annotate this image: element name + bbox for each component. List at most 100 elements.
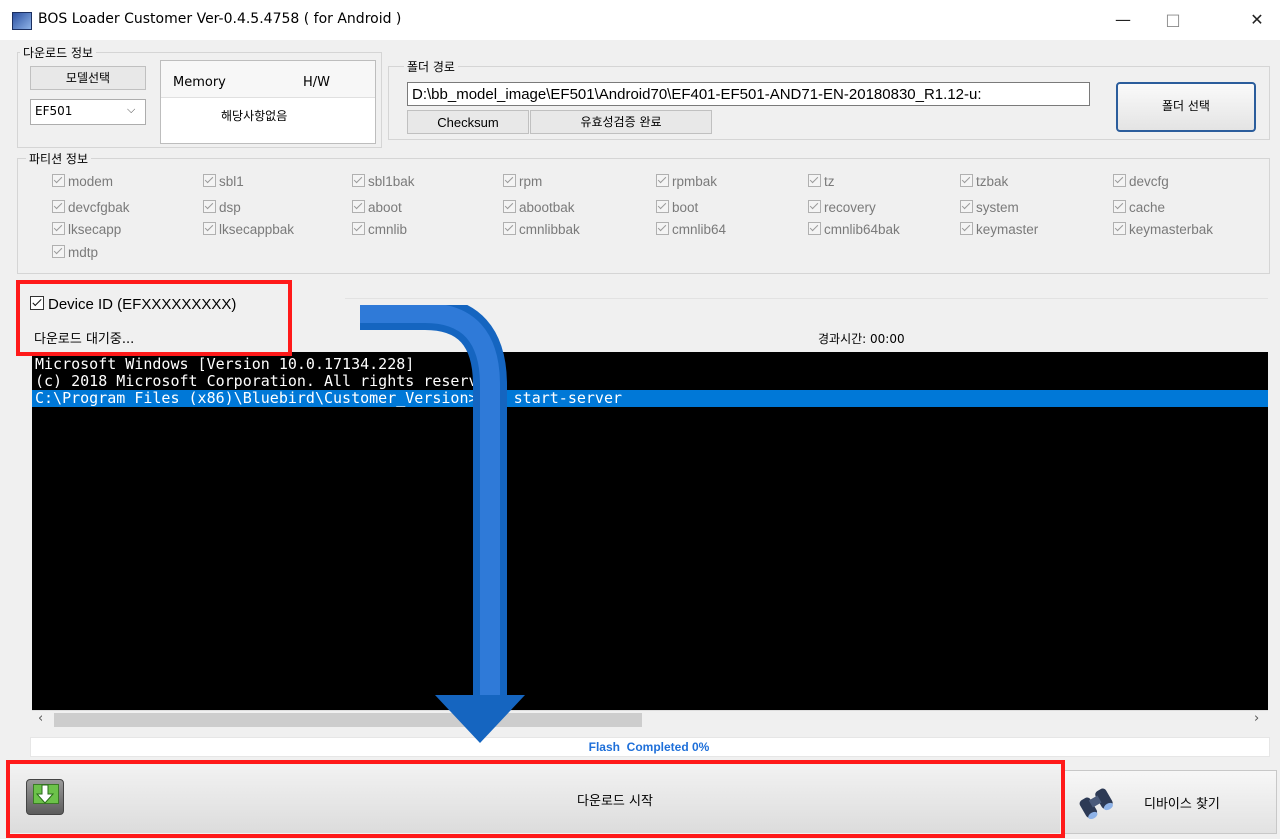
console-line[interactable]: Microsoft Windows [Version 10.0.17134.22…	[32, 356, 1268, 373]
checkbox-checked-icon	[808, 200, 821, 213]
partition-label: cmnlib64	[672, 222, 727, 237]
download-info-label: 다운로드 정보	[20, 44, 97, 61]
checkbox-checked-icon	[203, 222, 216, 235]
flow-arrow	[360, 305, 525, 743]
scroll-left-icon[interactable]: ‹	[38, 711, 43, 726]
checkbox-checked-icon	[808, 222, 821, 235]
partition-label: abootbak	[519, 200, 575, 215]
checkbox-checked-icon	[960, 200, 973, 213]
partition-checkbox-boot[interactable]: boot	[656, 200, 698, 215]
partition-label: devcfg	[1129, 174, 1169, 189]
partition-checkbox-devcfgbak[interactable]: devcfgbak	[52, 200, 130, 215]
partition-checkbox-keymaster[interactable]: keymaster	[960, 222, 1038, 237]
checkbox-checked-icon	[52, 245, 65, 258]
partition-checkbox-abootbak[interactable]: abootbak	[503, 200, 575, 215]
console-line[interactable]: C:\Program Files (x86)\Bluebird\Customer…	[32, 390, 1268, 407]
scroll-right-icon[interactable]: ›	[1254, 711, 1259, 726]
partition-label: mdtp	[68, 245, 99, 260]
checkbox-checked-icon	[203, 174, 216, 187]
not-applicable-text: 해당사항없음	[221, 109, 288, 123]
partition-checkbox-lksecappbak[interactable]: lksecappbak	[203, 222, 294, 237]
partition-checkbox-cmnlib64[interactable]: cmnlib64	[656, 222, 726, 237]
partition-label: devcfgbak	[68, 200, 130, 215]
checksum-label: Checksum	[407, 110, 529, 134]
folder-path-field[interactable]: D:\bb_model_image\EF501\Android70\EF401-…	[407, 82, 1090, 106]
checkbox-checked-icon	[352, 222, 365, 235]
checkbox-checked-icon	[1113, 222, 1126, 235]
checkbox-checked-icon	[203, 200, 216, 213]
find-device-button[interactable]: 디바이스 찾기	[1063, 770, 1277, 834]
partition-label: sbl1bak	[368, 174, 415, 189]
partition-checkbox-tz[interactable]: tz	[808, 174, 835, 189]
partition-label: keymaster	[976, 222, 1039, 237]
checkbox-checked-icon	[960, 174, 973, 187]
partition-label: boot	[672, 200, 699, 215]
checkbox-checked-icon	[656, 174, 669, 187]
checkbox-checked-icon	[808, 174, 821, 187]
app-icon	[12, 12, 32, 30]
hw-label: H/W	[303, 75, 331, 90]
partition-checkbox-modem[interactable]: modem	[52, 174, 113, 189]
partition-label: sbl1	[219, 174, 244, 189]
console-line[interactable]: (c) 2018 Microsoft Corporation. All righ…	[32, 373, 1268, 390]
checkbox-checked-icon	[960, 222, 973, 235]
partition-label: cmnlib64bak	[824, 222, 900, 237]
partition-label: tz	[824, 174, 835, 189]
partition-label: cmnlibbak	[519, 222, 580, 237]
partition-label: lksecappbak	[219, 222, 295, 237]
partition-checkbox-cmnlibbak[interactable]: cmnlibbak	[503, 222, 580, 237]
partition-checkbox-recovery[interactable]: recovery	[808, 200, 876, 215]
console-output[interactable]: Microsoft Windows [Version 10.0.17134.22…	[32, 352, 1268, 710]
highlight-box-device-id	[16, 280, 292, 356]
horizontal-scrollbar[interactable]: ‹ ›	[32, 710, 1268, 729]
partition-label: recovery	[824, 200, 876, 215]
close-button[interactable]: ✕	[1234, 6, 1280, 34]
progress-text: Flash Completed 0%	[588, 740, 710, 754]
memory-label: Memory	[173, 75, 226, 90]
checkbox-checked-icon	[52, 174, 65, 187]
partition-checkbox-rpm[interactable]: rpm	[503, 174, 542, 189]
partition-checkbox-sbl1[interactable]: sbl1	[203, 174, 244, 189]
checkbox-checked-icon	[503, 200, 516, 213]
partition-checkbox-cache[interactable]: cache	[1113, 200, 1165, 215]
partition-label: system	[976, 200, 1019, 215]
highlight-box-start-download	[6, 760, 1065, 838]
partition-checkbox-lksecapp[interactable]: lksecapp	[52, 222, 121, 237]
checksum-status: 유효성검증 완료	[530, 110, 712, 134]
model-select-value: EF501	[35, 104, 73, 118]
partition-checkbox-tzbak[interactable]: tzbak	[960, 174, 1008, 189]
checkbox-checked-icon	[1113, 200, 1126, 213]
memory-hw-panel: Memory H/W 해당사항없음	[160, 60, 376, 144]
partition-checkbox-aboot[interactable]: aboot	[352, 200, 402, 215]
partition-checkbox-cmnlib64bak[interactable]: cmnlib64bak	[808, 222, 900, 237]
partition-label: keymasterbak	[1129, 222, 1214, 237]
partition-checkbox-keymasterbak[interactable]: keymasterbak	[1113, 222, 1213, 237]
checkbox-checked-icon	[656, 200, 669, 213]
partition-checkbox-rpmbak[interactable]: rpmbak	[656, 174, 717, 189]
partition-checkbox-system[interactable]: system	[960, 200, 1019, 215]
chevron-down-icon: ⌵	[127, 103, 136, 116]
partition-checkbox-dsp[interactable]: dsp	[203, 200, 241, 215]
model-select-dropdown[interactable]: EF501 ⌵	[30, 99, 146, 125]
minimize-button[interactable]: —	[1100, 6, 1146, 34]
partition-label: rpm	[519, 174, 543, 189]
elapsed-time: 경과시간: 00:00	[818, 332, 905, 346]
partition-label: modem	[68, 174, 114, 189]
window-title: BOS Loader Customer Ver-0.4.5.4758 ( for…	[38, 11, 402, 27]
partition-checkbox-cmnlib[interactable]: cmnlib	[352, 222, 407, 237]
checkbox-checked-icon	[503, 174, 516, 187]
checkbox-checked-icon	[352, 200, 365, 213]
maximize-button[interactable]: □	[1150, 6, 1196, 34]
partition-label: aboot	[368, 200, 402, 215]
checkbox-checked-icon	[1113, 174, 1126, 187]
scroll-thumb[interactable]	[54, 713, 642, 727]
partition-checkbox-sbl1bak[interactable]: sbl1bak	[352, 174, 415, 189]
partition-checkbox-devcfg[interactable]: devcfg	[1113, 174, 1169, 189]
folder-select-button[interactable]: 폴더 선택	[1116, 82, 1256, 132]
divider	[345, 298, 1268, 299]
partition-checkbox-mdtp[interactable]: mdtp	[52, 245, 98, 260]
checkbox-checked-icon	[352, 174, 365, 187]
checkbox-checked-icon	[52, 222, 65, 235]
partition-label: cache	[1129, 200, 1166, 215]
partition-label: cmnlib	[368, 222, 408, 237]
